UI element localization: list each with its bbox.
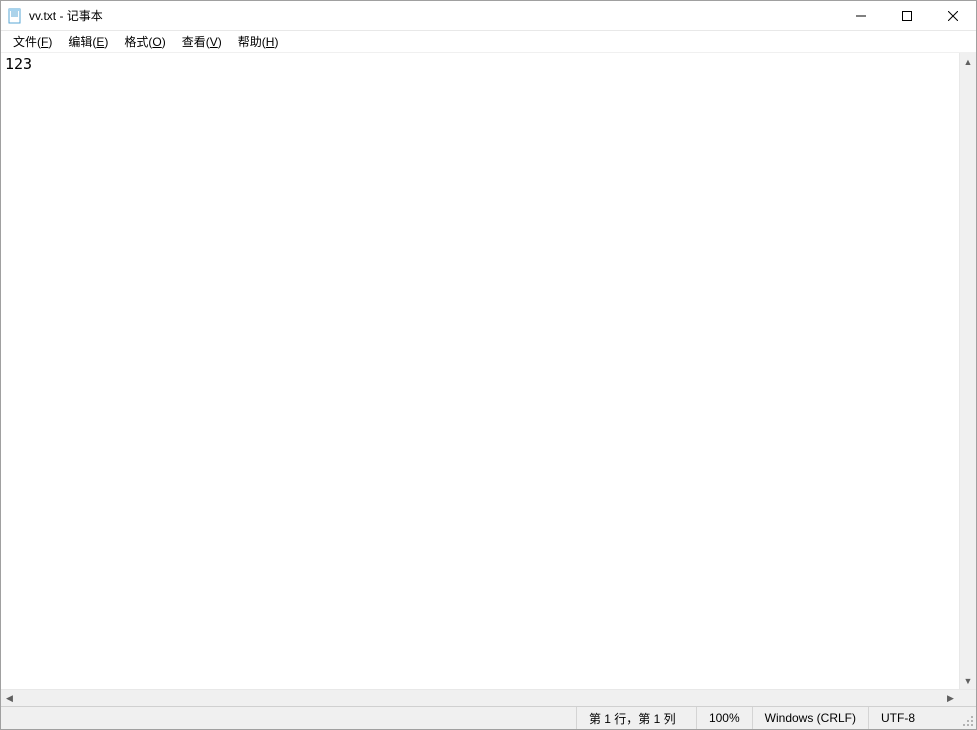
status-encoding: UTF-8	[869, 707, 959, 729]
menu-view[interactable]: 查看(V)	[174, 31, 230, 52]
vertical-scrollbar[interactable]: ▲ ▼	[959, 53, 976, 689]
scroll-left-icon[interactable]: ◀	[1, 690, 18, 706]
status-cursor-position: 第 1 行，第 1 列	[577, 707, 697, 729]
scroll-up-icon[interactable]: ▲	[960, 53, 976, 70]
menubar: 文件(F) 编辑(E) 格式(O) 查看(V) 帮助(H)	[1, 31, 976, 53]
notepad-icon	[7, 8, 23, 24]
minimize-button[interactable]	[838, 1, 884, 30]
editor-wrap: ▲ ▼	[1, 53, 976, 689]
horizontal-scrollbar[interactable]: ◀ ▶	[1, 689, 976, 706]
editor-container: ▲ ▼ ◀ ▶	[1, 53, 976, 706]
status-zoom: 100%	[697, 707, 753, 729]
statusbar: 第 1 行，第 1 列 100% Windows (CRLF) UTF-8	[1, 706, 976, 729]
window-controls	[838, 1, 976, 30]
scroll-down-icon[interactable]: ▼	[960, 672, 976, 689]
vscroll-track[interactable]	[960, 70, 976, 672]
menu-file[interactable]: 文件(F)	[5, 31, 60, 52]
menu-edit[interactable]: 编辑(E)	[60, 31, 116, 52]
menu-format[interactable]: 格式(O)	[116, 31, 173, 52]
titlebar: vv.txt - 记事本	[1, 1, 976, 31]
menu-help[interactable]: 帮助(H)	[230, 31, 287, 52]
resize-grip[interactable]	[959, 707, 976, 729]
maximize-button[interactable]	[884, 1, 930, 30]
close-button[interactable]	[930, 1, 976, 30]
status-line-ending: Windows (CRLF)	[753, 707, 869, 729]
window-title: vv.txt - 记事本	[29, 7, 838, 24]
scroll-corner	[959, 690, 976, 706]
scroll-right-icon[interactable]: ▶	[942, 690, 959, 706]
hscroll-track[interactable]	[18, 690, 942, 706]
status-spacer	[1, 707, 577, 729]
text-editor[interactable]	[1, 53, 959, 689]
